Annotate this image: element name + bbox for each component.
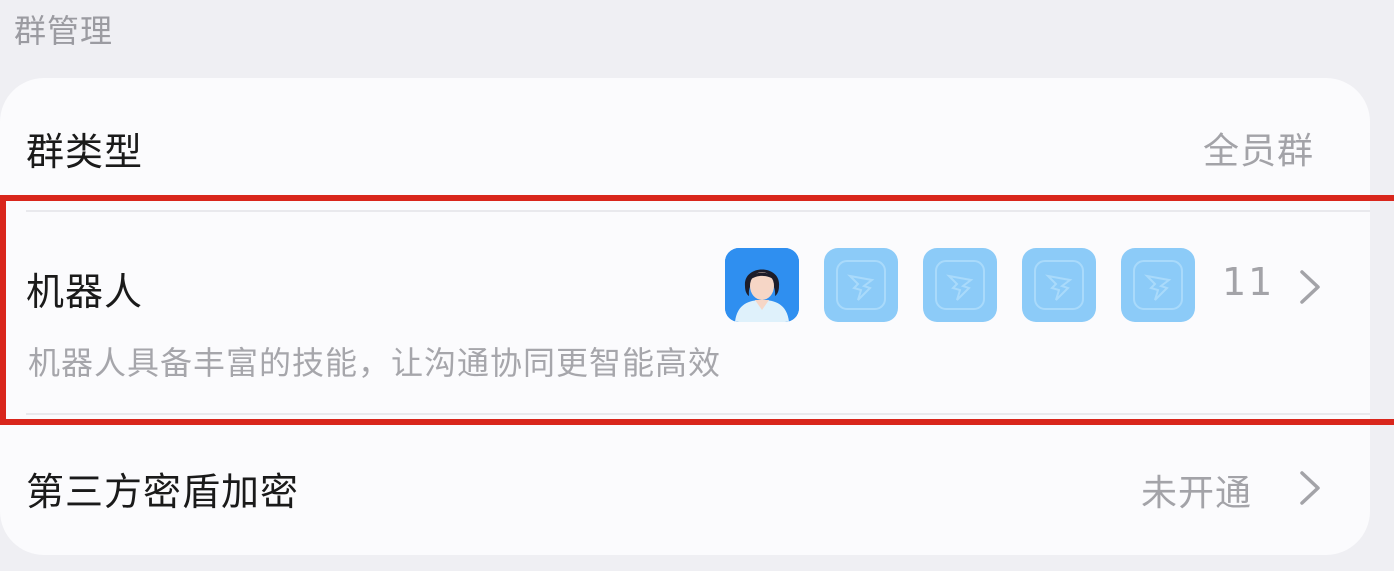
dingtalk-bot-icon[interactable] xyxy=(923,248,997,322)
section-title: 群管理 xyxy=(14,12,114,50)
dingtalk-bot-icon[interactable] xyxy=(824,248,898,322)
divider xyxy=(26,413,1370,415)
robots-description: 机器人具备丰富的技能，让沟通协同更智能高效 xyxy=(28,344,722,382)
group-type-value: 全员群 xyxy=(1203,131,1315,172)
robots-label: 机器人 xyxy=(26,269,144,314)
robot-count: 11 xyxy=(1222,260,1275,304)
dingtalk-bot-icon[interactable] xyxy=(1022,248,1096,322)
group-type-label: 群类型 xyxy=(26,129,144,174)
dingtalk-bot-icon[interactable] xyxy=(1121,248,1195,322)
person-avatar-icon[interactable] xyxy=(725,248,799,322)
encryption-status: 未开通 xyxy=(1141,473,1253,514)
group-type-row[interactable]: 群类型 xyxy=(26,118,1370,178)
group-settings-card: 群类型 全员群 机器人 机器人具备丰富的技能，让沟通协同更智能高效 11 第三方… xyxy=(0,78,1370,555)
chevron-right-icon[interactable] xyxy=(1299,470,1321,506)
robot-avatar-list[interactable] xyxy=(725,248,1195,322)
encryption-label: 第三方密盾加密 xyxy=(26,469,300,514)
chevron-right-icon[interactable] xyxy=(1299,269,1321,305)
divider xyxy=(26,210,1370,212)
